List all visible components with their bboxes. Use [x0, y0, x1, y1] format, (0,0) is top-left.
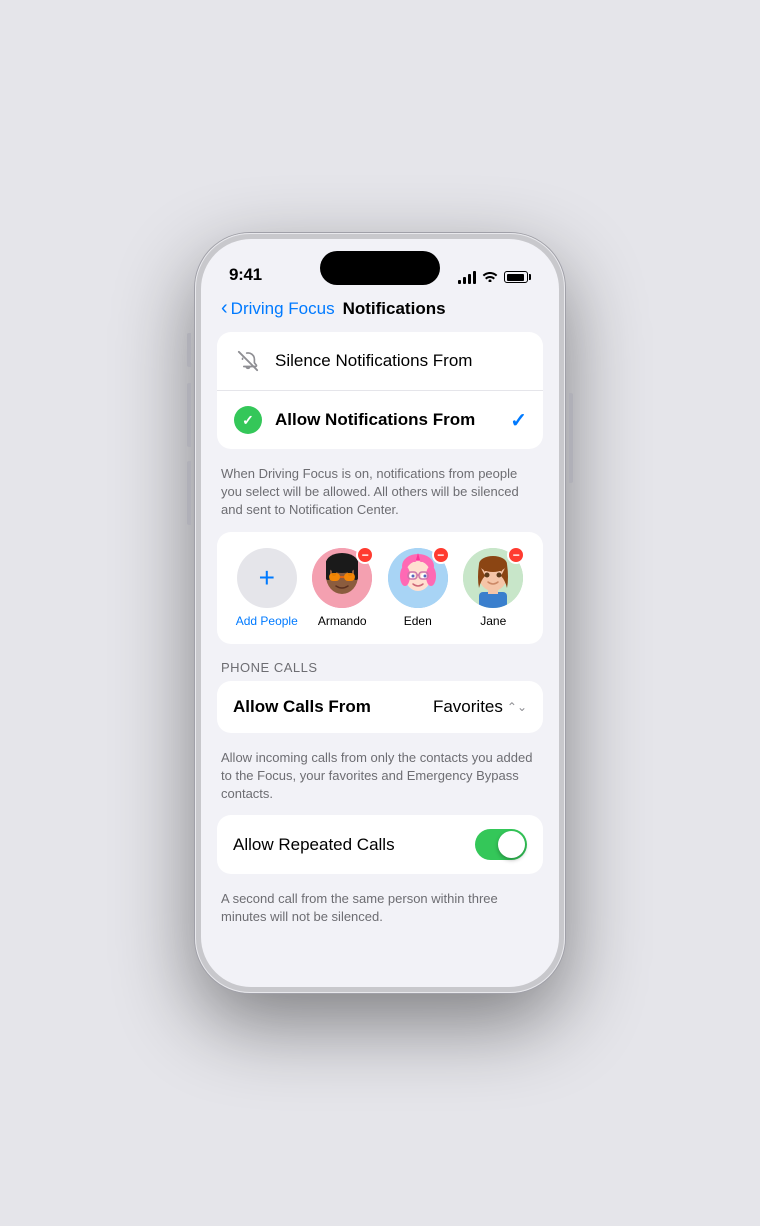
page-title: Notifications	[343, 299, 446, 319]
allow-notifications-label: Allow Notifications From	[275, 410, 510, 430]
repeated-calls-card: Allow Repeated Calls	[217, 815, 543, 874]
bell-muted-icon	[233, 346, 263, 376]
allow-calls-row[interactable]: Allow Calls From Favorites ⌃⌄	[217, 681, 543, 733]
remove-eden-button[interactable]: −	[432, 546, 450, 564]
silence-label: Silence Notifications From	[275, 351, 527, 371]
battery-icon	[504, 271, 531, 283]
phone-frame: 9:41	[195, 233, 565, 993]
allow-calls-card: Allow Calls From Favorites ⌃⌄	[217, 681, 543, 733]
contact-armando[interactable]: − Armando	[309, 548, 377, 628]
phone-screen: 9:41	[201, 239, 559, 987]
phone-calls-section-header: PHONE CALLS	[217, 652, 543, 681]
avatar-armando: −	[312, 548, 372, 608]
people-row: + Add People	[233, 548, 527, 628]
back-button[interactable]: ‹ Driving Focus	[221, 297, 335, 320]
back-chevron-icon: ‹	[221, 297, 228, 320]
allow-calls-value[interactable]: Favorites ⌃⌄	[433, 697, 527, 717]
volume-up-button[interactable]	[187, 383, 191, 447]
repeated-calls-description: A second call from the same person withi…	[217, 882, 543, 938]
contact-eden[interactable]: − Eden	[384, 548, 452, 628]
people-card: + Add People	[217, 532, 543, 644]
allow-calls-description: Allow incoming calls from only the conta…	[217, 741, 543, 816]
add-person-button[interactable]: +	[237, 548, 297, 608]
selected-checkmark-icon: ✓	[510, 408, 527, 433]
avatar-eden: −	[388, 548, 448, 608]
notifications-filter-card: Silence Notifications From ✓ Allow Notif…	[217, 332, 543, 449]
contact-jane[interactable]: − Jane	[460, 548, 528, 628]
add-people-item[interactable]: + Add People	[233, 548, 301, 628]
back-label: Driving Focus	[231, 299, 335, 319]
contact-jane-name: Jane	[480, 614, 506, 628]
main-content: Silence Notifications From ✓ Allow Notif…	[201, 332, 559, 960]
repeated-calls-label: Allow Repeated Calls	[233, 835, 395, 855]
repeated-calls-row[interactable]: Allow Repeated Calls	[217, 815, 543, 874]
status-icons	[458, 269, 531, 285]
calls-updown-icon: ⌃⌄	[507, 700, 527, 714]
signal-icon	[458, 270, 476, 284]
navigation-bar: ‹ Driving Focus Notifications	[201, 293, 559, 332]
toggle-knob	[498, 831, 525, 858]
avatar-jane: −	[463, 548, 523, 608]
contact-eden-name: Eden	[404, 614, 432, 628]
wifi-icon	[482, 269, 498, 285]
power-button[interactable]	[569, 393, 573, 483]
allow-notifications-row[interactable]: ✓ Allow Notifications From ✓	[217, 390, 543, 449]
dynamic-island	[320, 251, 440, 285]
notifications-description: When Driving Focus is on, notifications …	[217, 457, 543, 532]
mute-button[interactable]	[187, 333, 191, 367]
remove-armando-button[interactable]: −	[356, 546, 374, 564]
allow-calls-label: Allow Calls From	[233, 697, 371, 717]
repeated-calls-toggle[interactable]	[475, 829, 527, 860]
add-people-label: Add People	[236, 614, 298, 628]
contact-armando-name: Armando	[318, 614, 367, 628]
silence-row[interactable]: Silence Notifications From	[217, 332, 543, 390]
allow-calls-current-value: Favorites	[433, 697, 503, 717]
volume-down-button[interactable]	[187, 461, 191, 525]
status-time: 9:41	[229, 265, 262, 285]
green-check-badge-icon: ✓	[233, 405, 263, 435]
remove-jane-button[interactable]: −	[507, 546, 525, 564]
